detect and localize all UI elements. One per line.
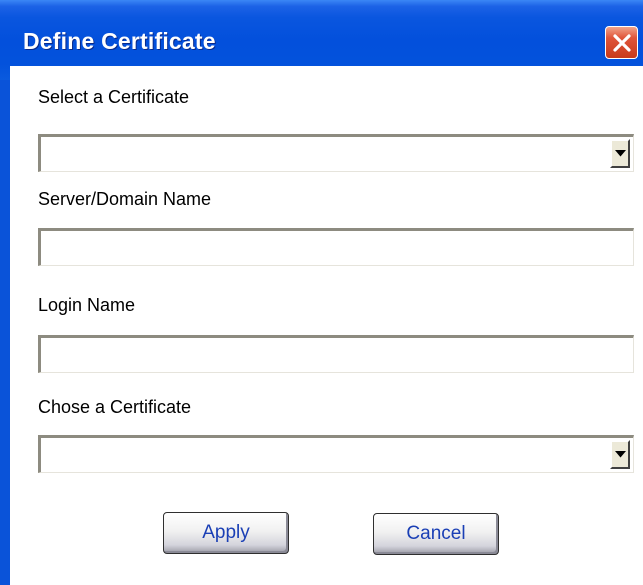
apply-button[interactable]: Apply	[163, 512, 289, 554]
dialog-body: Select a Certificate Server/Domain Name …	[10, 66, 643, 585]
choose-certificate-arrow[interactable]	[610, 440, 630, 469]
select-certificate-arrow[interactable]	[610, 139, 630, 168]
server-domain-input[interactable]	[38, 228, 634, 266]
login-name-label: Login Name	[38, 295, 136, 315]
dialog-title: Define Certificate	[23, 28, 216, 54]
cancel-button[interactable]: Cancel	[373, 513, 499, 555]
close-icon	[613, 34, 631, 52]
select-certificate-label: Select a Certificate	[38, 87, 190, 107]
chevron-down-icon	[615, 451, 626, 458]
select-certificate-dropdown[interactable]	[38, 134, 634, 172]
chevron-down-icon	[615, 150, 626, 157]
define-certificate-dialog: Define Certificate Select a Certificate …	[0, 0, 643, 585]
choose-certificate-dropdown[interactable]	[38, 435, 634, 473]
choose-certificate-label: Chose a Certificate	[38, 397, 192, 417]
server-domain-label: Server/Domain Name	[38, 189, 212, 209]
close-button[interactable]	[605, 26, 638, 59]
login-name-input[interactable]	[38, 335, 634, 373]
